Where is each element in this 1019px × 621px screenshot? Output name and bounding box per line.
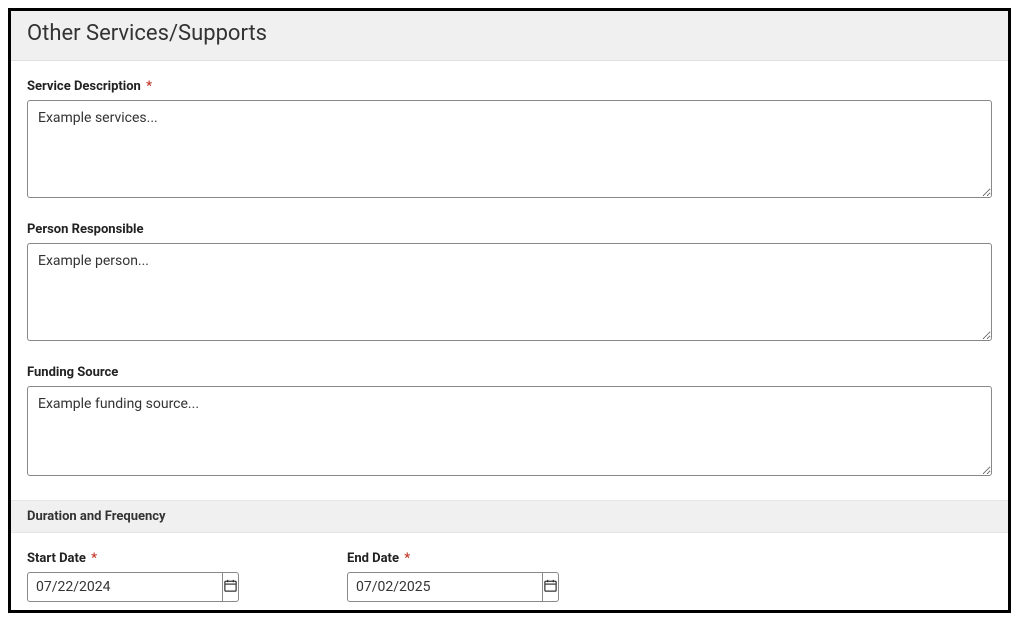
service-description-input[interactable] (27, 100, 992, 198)
end-date-group: End Date * (347, 551, 667, 602)
form-panel: Other Services/Supports Service Descript… (8, 8, 1011, 613)
form-body: Service Description * Person Responsible… (11, 61, 1008, 602)
end-date-label: End Date * (347, 551, 667, 566)
section-title: Other Services/Supports (11, 11, 1008, 61)
label-text: End Date (347, 551, 399, 566)
end-date-input[interactable] (347, 572, 542, 602)
end-date-picker-button[interactable] (542, 572, 559, 602)
start-date-input[interactable] (27, 572, 222, 602)
person-responsible-input[interactable] (27, 243, 992, 341)
label-text: Start Date (27, 551, 86, 566)
duration-frequency-header: Duration and Frequency (11, 500, 1008, 533)
required-asterisk: * (146, 79, 152, 94)
required-asterisk: * (91, 551, 97, 566)
service-description-label: Service Description * (27, 79, 992, 94)
end-date-input-wrap (347, 572, 539, 602)
person-responsible-label: Person Responsible (27, 222, 992, 237)
date-row: Start Date * (27, 551, 992, 602)
start-date-group: Start Date * (27, 551, 347, 602)
start-date-label: Start Date * (27, 551, 347, 566)
start-date-picker-button[interactable] (222, 572, 239, 602)
calendar-icon (543, 578, 558, 596)
funding-source-input[interactable] (27, 386, 992, 476)
start-date-input-wrap (27, 572, 219, 602)
funding-source-label: Funding Source (27, 365, 992, 380)
required-asterisk: * (404, 551, 410, 566)
service-description-group: Service Description * (27, 79, 992, 202)
person-responsible-group: Person Responsible (27, 222, 992, 345)
calendar-icon (223, 578, 238, 596)
funding-source-group: Funding Source (27, 365, 992, 480)
label-text: Service Description (27, 79, 141, 94)
